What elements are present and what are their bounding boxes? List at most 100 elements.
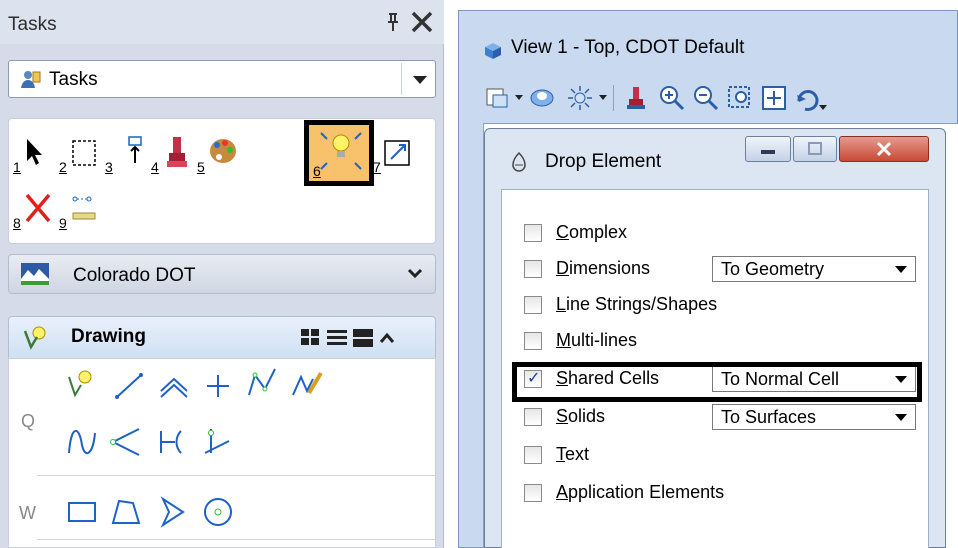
section-colorado-dot[interactable]: Colorado DOT [8,254,436,294]
solids-mode-select[interactable]: To Surfaces [712,404,916,430]
drop-element-icon [509,151,529,173]
fit-view-icon[interactable] [759,83,789,113]
main-task-tools: 1 2 3 4 5 6 7 8 9 [8,118,436,244]
orthogonal-shape-icon[interactable] [155,495,189,529]
rectangle-icon[interactable] [65,495,99,529]
pin-icon[interactable] [386,12,400,37]
tasks-panel: Tasks Tasks 1 2 3 4 5 6 7 8 9 Colorado D… [0,0,444,548]
option-solids: Solids To Surfaces [502,402,930,432]
window-area-icon[interactable] [725,83,755,113]
tool-number: 6 [313,163,321,179]
tasks-icon [19,69,41,89]
tool-delete[interactable]: 8 [13,191,53,231]
lighting-icon[interactable] [565,83,595,113]
line-strings-checkbox[interactable] [524,296,542,314]
solids-checkbox[interactable] [524,408,542,426]
place-point-icon[interactable] [201,369,235,403]
chevron-down-icon[interactable] [515,95,523,100]
tool-number: 3 [105,159,113,175]
option-complex: Complex [502,218,930,248]
complex-checkbox[interactable] [524,224,542,242]
task-set-value: Tasks [49,69,98,90]
construct-perpendicular-icon[interactable] [155,425,189,459]
close-icon [876,141,892,157]
zoom-in-icon[interactable] [657,83,687,113]
zoom-out-icon[interactable] [691,83,721,113]
tool-number: 5 [197,159,205,175]
drawing-tools: Q W [8,358,436,548]
option-label: Solids [556,406,606,426]
curve-icon[interactable] [65,425,99,459]
chevron-down-icon [895,266,907,273]
sketch-icon[interactable] [289,367,323,401]
tasks-panel-title: Tasks [8,14,57,35]
drawing-tool-icon[interactable] [65,369,99,403]
section-label: Colorado DOT [73,265,196,286]
detail-view-icon[interactable] [353,329,373,352]
option-multi-lines: Multi-lines [502,326,930,356]
chevron-down-icon [895,414,907,421]
minimize-icon [761,150,775,154]
tool-number: 8 [13,215,21,231]
maximize-button[interactable] [793,136,837,162]
tool-number: 1 [13,159,21,175]
application-elements-checkbox[interactable] [524,484,542,502]
view-attributes-icon[interactable] [483,83,513,113]
tool-number: 7 [373,159,381,175]
tool-place[interactable]: 3 [105,135,145,175]
list-view-icon[interactable] [327,329,347,352]
row-divider [37,475,435,476]
close-button[interactable] [839,136,929,162]
tool-symbology[interactable]: 5 [197,135,237,175]
tool-drop-element[interactable]: 6 [304,120,374,186]
update-view-icon[interactable] [621,83,651,113]
dimensions-mode-select[interactable]: To Geometry [712,256,916,282]
tool-measure[interactable]: 9 [59,191,99,231]
chevron-down-icon[interactable] [819,105,827,110]
multi-lines-checkbox[interactable] [524,332,542,350]
option-text: Text [502,440,930,470]
chevron-down-icon[interactable] [413,76,427,84]
view-toolbar [483,81,958,117]
display-style-icon[interactable] [527,83,557,113]
polygon-icon[interactable] [201,495,235,529]
option-label: Line Strings/Shapes [556,294,718,314]
dialog-title: Drop Element [545,151,662,172]
chevron-down-icon[interactable] [407,266,423,282]
construct-angle-icon[interactable] [109,425,143,459]
view-title: View 1 - Top, CDOT Default [511,37,745,58]
select-value: To Surfaces [721,407,817,427]
smartline-icon[interactable] [245,365,279,399]
tool-fence[interactable]: 2 [59,135,99,175]
icon-view-grid-icon[interactable] [301,329,321,352]
tool-attributes[interactable]: 4 [151,135,191,175]
task-set-dropdown[interactable]: Tasks [8,60,436,98]
text-checkbox[interactable] [524,446,542,464]
row-label-q: Q [21,411,36,431]
row-label-w: W [19,503,36,523]
tool-number: 2 [59,159,67,175]
drop-element-dialog: Drop Element Complex Dimensions To Geome… [484,128,946,548]
tool-element-selection[interactable]: 1 [13,135,53,175]
drawing-icon [23,325,49,356]
minimize-button[interactable] [745,136,791,162]
option-label: Application Elements [556,482,725,502]
colorado-dot-icon [21,263,49,285]
option-application-elements: Application Elements [502,478,930,508]
close-icon[interactable] [410,4,434,40]
chevron-down-icon[interactable] [599,95,607,100]
dimensions-checkbox[interactable] [524,260,542,278]
option-label: Multi-lines [556,330,638,350]
tool-number: 9 [59,215,67,231]
dropdown-divider [401,63,402,95]
tool-manipulate[interactable]: 7 [373,135,413,175]
shape-icon[interactable] [109,495,143,529]
place-line-icon[interactable] [113,369,147,403]
option-dimensions: Dimensions To Geometry [502,254,930,284]
construct-tangent-icon[interactable] [201,425,235,459]
highlight-box [512,362,922,402]
chevron-up-icon[interactable] [379,331,395,350]
section-drawing[interactable]: Drawing [8,316,436,358]
multi-line-icon[interactable] [157,369,191,403]
option-label: Text [556,444,590,464]
